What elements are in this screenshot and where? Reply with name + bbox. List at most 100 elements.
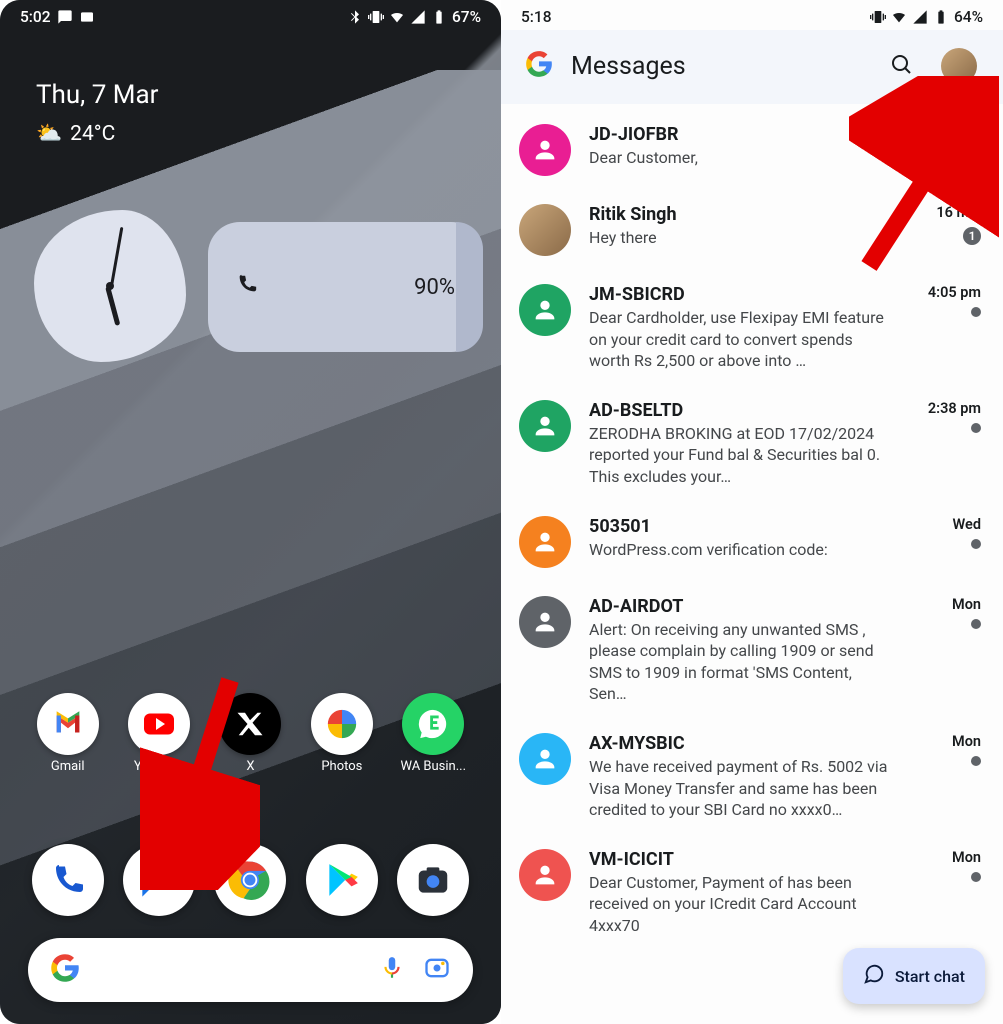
conversation-item[interactable]: 503501WordPress.com verification code: We… [501, 502, 1003, 582]
unread-dot [971, 756, 981, 766]
unread-dot [971, 872, 981, 882]
card-notif-icon [79, 9, 95, 25]
app-youtube[interactable]: YouTube [120, 693, 198, 774]
google-g-icon [525, 50, 553, 82]
thread-sender: AD-BSELTD [589, 400, 893, 421]
dock-app-chrome[interactable] [214, 844, 286, 916]
status-battery-percent: 67% [452, 8, 481, 26]
app-label-photos: Photos [321, 759, 362, 774]
start-chat-label: Start chat [895, 967, 965, 986]
conversation-item[interactable]: Ritik SinghHey there 16 min 1 [501, 190, 1003, 270]
thread-snippet: Dear Customer, Payment of has been recei… [589, 872, 893, 937]
unread-dot [971, 619, 981, 629]
thread-sender: JM-SBICRD [589, 284, 893, 305]
thread-time: 2:38 pm [928, 400, 981, 417]
avatar-icon [519, 400, 571, 452]
clock-widget[interactable] [34, 210, 186, 362]
thread-time: Wed [953, 516, 981, 533]
clock-minute-hand [110, 227, 123, 287]
unread-dot [971, 539, 981, 549]
avatar-icon [519, 849, 571, 901]
dock-app-messages[interactable] [123, 844, 195, 916]
weather-temp: 24°C [70, 122, 115, 146]
avatar-icon [519, 733, 571, 785]
bluetooth-icon [347, 9, 363, 25]
thread-time: Mon [952, 849, 981, 866]
app-wa-business[interactable]: WA Busin... [394, 693, 472, 774]
messages-header: Messages [501, 30, 1003, 104]
unread-dot [971, 423, 981, 433]
avatar-icon [519, 284, 571, 336]
status-bar: 5:18 64% [501, 0, 1003, 30]
status-time: 5:18 [521, 8, 552, 26]
google-search-bar[interactable] [28, 938, 473, 1002]
thread-sender: 503501 [589, 516, 893, 537]
thread-snippet: Hey there [589, 227, 893, 249]
thread-snippet: WordPress.com verification code: [589, 539, 893, 561]
thread-snippet: ZERODHA BROKING at EOD 17/02/2024 report… [589, 423, 893, 488]
weather-icon: ⛅ [36, 122, 62, 146]
thread-time: min [957, 124, 981, 141]
conversation-item[interactable]: AD-AIRDOTAlert: On receiving any unwante… [501, 582, 1003, 719]
thread-time: 16 min [936, 204, 981, 221]
wifi-icon [389, 9, 405, 25]
profile-avatar-button[interactable] [939, 46, 979, 86]
thread-sender: AX-MYSBIC [589, 733, 893, 754]
dock-app-camera[interactable] [397, 844, 469, 916]
battery-widget-percent: 90% [414, 275, 455, 300]
chat-icon [863, 963, 885, 989]
phone-icon [236, 273, 258, 301]
conversation-item[interactable]: VM-ICICITDear Customer, Payment of has b… [501, 835, 1003, 951]
vibrate-icon [368, 9, 384, 25]
thread-sender: AD-AIRDOT [589, 596, 893, 617]
messages-app: 5:18 64% Messages JD-JIOFBRDear Customer… [501, 0, 1003, 1024]
app-gmail[interactable]: Gmail [29, 693, 107, 774]
thread-sender: JD-JIOFBR [589, 124, 893, 145]
thread-snippet: Alert: On receiving any unwanted SMS , p… [589, 619, 893, 705]
thread-sender: VM-ICICIT [589, 849, 893, 870]
search-button[interactable] [881, 46, 921, 86]
app-photos[interactable]: Photos [303, 693, 381, 774]
avatar-icon [519, 516, 571, 568]
unread-dot [971, 307, 981, 317]
conversation-item[interactable]: JD-JIOFBRDear Customer, min [501, 110, 1003, 190]
lens-icon[interactable] [423, 954, 451, 986]
thread-time: Mon [952, 733, 981, 750]
home-date[interactable]: Thu, 7 Mar [36, 80, 158, 110]
thread-snippet: We have received payment of Rs. 5002 via… [589, 756, 893, 821]
google-g-icon [50, 953, 80, 987]
unread-badge: 1 [963, 227, 981, 245]
battery-icon [431, 9, 447, 25]
battery-widget[interactable]: 90% [208, 222, 483, 352]
avatar-photo [519, 204, 571, 256]
header-title: Messages [571, 52, 863, 81]
dock-app-phone[interactable] [32, 844, 104, 916]
start-chat-fab[interactable]: Start chat [843, 948, 985, 1004]
app-x[interactable]: X [211, 693, 289, 774]
status-time: 5:02 [20, 8, 51, 26]
conversation-item[interactable]: JM-SBICRDDear Cardholder, use Flexipay E… [501, 270, 1003, 386]
mic-icon[interactable] [379, 955, 405, 985]
thread-time: 4:05 pm [928, 284, 981, 301]
avatar-icon [519, 124, 571, 176]
app-label-youtube: YouTube [134, 759, 185, 774]
unread-dot [971, 147, 981, 157]
conversation-item[interactable]: AX-MYSBICWe have received payment of Rs.… [501, 719, 1003, 835]
weather-widget[interactable]: ⛅ 24°C [36, 122, 158, 146]
app-label-wabusiness: WA Busin... [400, 759, 466, 774]
battery-icon [933, 9, 949, 25]
conversation-item[interactable]: AD-BSELTDZERODHA BROKING at EOD 17/02/20… [501, 386, 1003, 502]
chat-bubble-notif-icon [57, 9, 73, 25]
thread-sender: Ritik Singh [589, 204, 893, 225]
avatar [941, 48, 977, 84]
dock-app-playstore[interactable] [306, 844, 378, 916]
thread-snippet: Dear Cardholder, use Flexipay EMI featur… [589, 307, 893, 372]
wifi-icon [891, 9, 907, 25]
status-battery-percent: 64% [954, 8, 983, 26]
conversation-list[interactable]: JD-JIOFBRDear Customer, min Ritik SinghHey… [501, 104, 1003, 991]
thread-snippet: Dear Customer, [589, 147, 893, 169]
signal-icon [912, 9, 928, 25]
signal-icon [410, 9, 426, 25]
status-bar: 5:02 67% [0, 0, 501, 30]
avatar-icon [519, 596, 571, 648]
